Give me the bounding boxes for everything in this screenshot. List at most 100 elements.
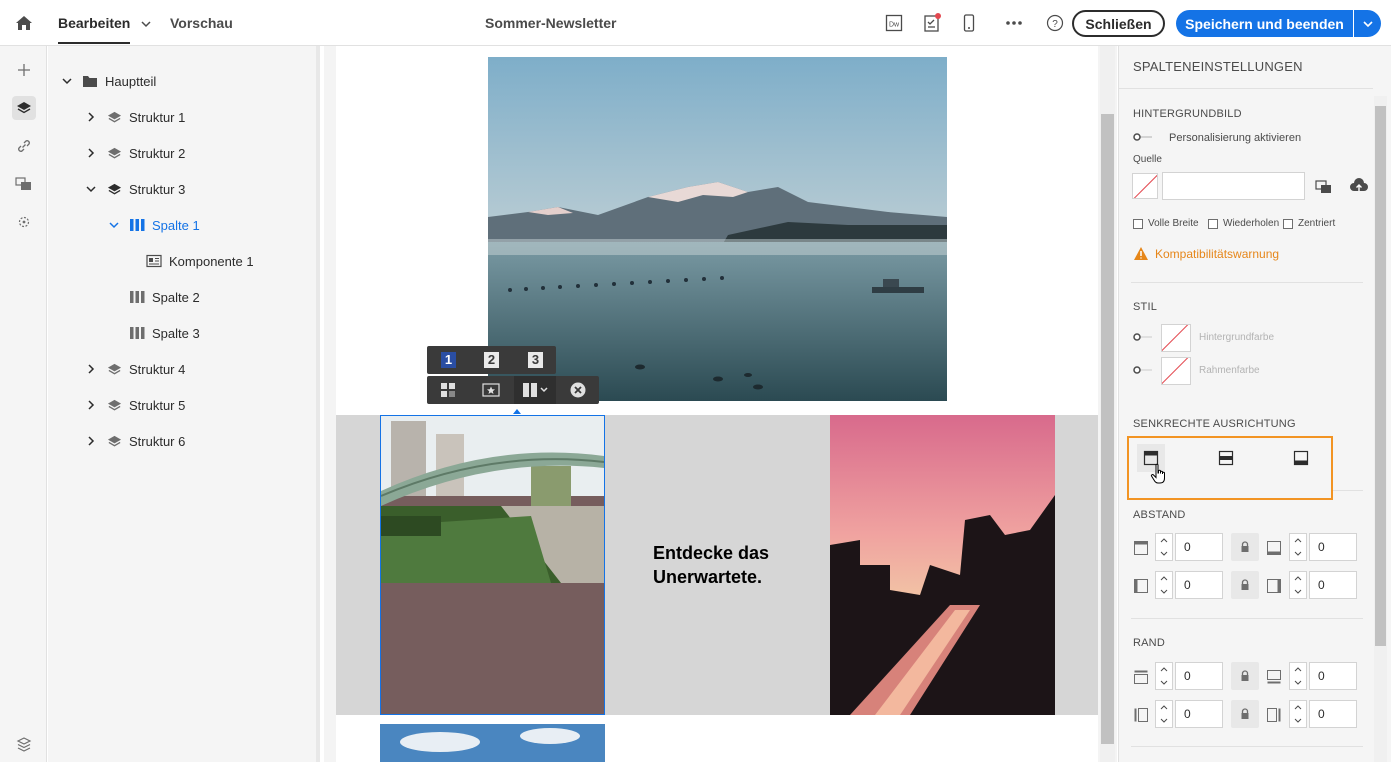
border-color-toggle[interactable] xyxy=(1133,366,1153,374)
bridge-canal-image[interactable] xyxy=(381,416,604,583)
svg-text:?: ? xyxy=(1052,19,1058,30)
tree-item-column-3[interactable]: Spalte 3 xyxy=(129,323,200,343)
bg-color-swatch[interactable] xyxy=(1161,324,1191,352)
canvas-scrollbar-thumb[interactable] xyxy=(1101,114,1114,744)
column-count-1-button[interactable]: 1 xyxy=(441,352,456,368)
column-2[interactable]: Entdecke das Unerwartete. xyxy=(606,415,830,715)
column-1[interactable] xyxy=(380,415,605,715)
padding-left-stepper[interactable] xyxy=(1155,571,1173,599)
chevron-right-icon[interactable] xyxy=(84,398,98,412)
grid-icon[interactable] xyxy=(440,382,456,403)
tree-item-component-1[interactable]: Komponente 1 xyxy=(146,251,254,271)
panel-scrollbar[interactable] xyxy=(1374,96,1387,762)
column-layout-icon[interactable] xyxy=(514,376,556,404)
margin-top-stepper[interactable] xyxy=(1155,662,1173,690)
headline-line-1: Entdecke das xyxy=(653,543,770,563)
tree-item-label: Struktur 5 xyxy=(129,397,186,413)
tab-edit[interactable]: Bearbeiten xyxy=(58,15,131,44)
chevron-down-icon[interactable] xyxy=(84,182,98,196)
home-icon[interactable] xyxy=(14,13,34,33)
tree-item-structure-6[interactable]: Struktur 6 xyxy=(84,431,185,451)
margin-left-input[interactable]: 0 xyxy=(1175,700,1223,728)
chevron-down-icon[interactable] xyxy=(136,13,156,35)
chevron-right-icon[interactable] xyxy=(84,146,98,160)
canvas-scrollbar[interactable] xyxy=(1100,46,1115,762)
layers-icon[interactable] xyxy=(12,96,36,120)
column-3[interactable] xyxy=(830,415,1055,715)
fragments-icon[interactable] xyxy=(12,210,36,234)
padding-top-icon xyxy=(1133,540,1149,556)
repeat-checkbox[interactable] xyxy=(1208,219,1218,229)
link-icon[interactable] xyxy=(12,134,36,158)
structure-3-row[interactable]: Entdecke das Unerwartete. xyxy=(336,415,1098,715)
margin-left-stepper[interactable] xyxy=(1155,700,1173,728)
assets-icon[interactable] xyxy=(12,172,36,196)
source-swatch[interactable] xyxy=(1132,173,1158,199)
layers-icon xyxy=(106,397,122,413)
sunset-canal-image[interactable] xyxy=(830,415,1055,715)
column-count-2-button[interactable]: 2 xyxy=(484,352,499,368)
browse-assets-icon[interactable] xyxy=(1315,179,1331,195)
sky-image[interactable] xyxy=(380,724,605,762)
chevron-down-icon[interactable] xyxy=(107,218,121,232)
remove-icon[interactable] xyxy=(570,382,586,403)
compatibility-warning[interactable]: Kompatibilitätswarnung xyxy=(1133,246,1279,261)
tree-item-structure-1[interactable]: Struktur 1 xyxy=(84,107,185,127)
bg-color-toggle[interactable] xyxy=(1133,333,1153,341)
full-width-checkbox[interactable] xyxy=(1133,219,1143,229)
tree-item-column-2[interactable]: Spalte 2 xyxy=(129,287,200,307)
border-color-swatch[interactable] xyxy=(1161,357,1191,385)
padding-right-input[interactable]: 0 xyxy=(1309,571,1357,599)
more-icon[interactable] xyxy=(1004,12,1024,34)
tree-root-label: Hauptteil xyxy=(105,73,157,89)
margin-heading: RAND xyxy=(1133,637,1165,649)
border-color-label: Rahmenfarbe xyxy=(1199,365,1260,376)
lake-mountain-image[interactable] xyxy=(488,57,947,401)
margin-right-input[interactable]: 0 xyxy=(1309,700,1357,728)
padding-lock-icon[interactable] xyxy=(1231,533,1259,561)
tree-item-structure-3[interactable]: Struktur 3 xyxy=(84,179,185,199)
centered-checkbox[interactable] xyxy=(1283,219,1293,229)
margin-top-input[interactable]: 0 xyxy=(1175,662,1223,690)
margin-bottom-stepper[interactable] xyxy=(1289,662,1307,690)
layers-settings-icon[interactable] xyxy=(12,732,36,756)
align-bottom-button[interactable] xyxy=(1287,444,1315,472)
panel-scrollbar-thumb[interactable] xyxy=(1375,106,1386,646)
padding-lock-icon[interactable] xyxy=(1231,571,1259,599)
tree-item-structure-5[interactable]: Struktur 5 xyxy=(84,395,185,415)
headline-text[interactable]: Entdecke das Unerwartete. xyxy=(653,541,823,589)
column-count-3-button[interactable]: 3 xyxy=(528,352,543,368)
chevron-right-icon[interactable] xyxy=(84,362,98,376)
padding-bottom-stepper[interactable] xyxy=(1289,533,1307,561)
help-icon[interactable]: ? xyxy=(1045,12,1065,34)
margin-lock-icon[interactable] xyxy=(1231,700,1259,728)
padding-left-input[interactable]: 0 xyxy=(1175,571,1223,599)
add-icon[interactable] xyxy=(12,58,36,82)
favorite-fragment-icon[interactable] xyxy=(482,382,500,403)
upload-cloud-icon[interactable] xyxy=(1349,178,1368,194)
mobile-preview-icon[interactable] xyxy=(959,12,979,34)
save-options-dropdown[interactable] xyxy=(1354,10,1381,37)
margin-bottom-input[interactable]: 0 xyxy=(1309,662,1357,690)
source-input[interactable] xyxy=(1162,172,1305,200)
chevron-right-icon[interactable] xyxy=(84,434,98,448)
close-button[interactable]: Schließen xyxy=(1072,10,1165,37)
padding-right-stepper[interactable] xyxy=(1289,571,1307,599)
save-and-close-button[interactable]: Speichern und beenden xyxy=(1176,10,1353,37)
dreamweaver-icon[interactable]: Dw xyxy=(884,12,904,34)
tab-preview[interactable]: Vorschau xyxy=(170,15,233,31)
tree-root[interactable]: Hauptteil xyxy=(60,71,156,91)
personalize-toggle[interactable] xyxy=(1133,133,1153,141)
margin-lock-icon[interactable] xyxy=(1231,662,1259,690)
tree-item-structure-2[interactable]: Struktur 2 xyxy=(84,143,185,163)
padding-top-stepper[interactable] xyxy=(1155,533,1173,561)
margin-right-stepper[interactable] xyxy=(1289,700,1307,728)
tree-item-structure-4[interactable]: Struktur 4 xyxy=(84,359,185,379)
chevron-right-icon[interactable] xyxy=(84,110,98,124)
padding-bottom-input[interactable]: 0 xyxy=(1309,533,1357,561)
padding-top-input[interactable]: 0 xyxy=(1175,533,1223,561)
chevron-down-icon[interactable] xyxy=(60,74,74,88)
align-middle-button[interactable] xyxy=(1212,444,1240,472)
checklist-icon[interactable] xyxy=(922,12,942,34)
tree-item-column-1[interactable]: Spalte 1 xyxy=(107,215,200,235)
